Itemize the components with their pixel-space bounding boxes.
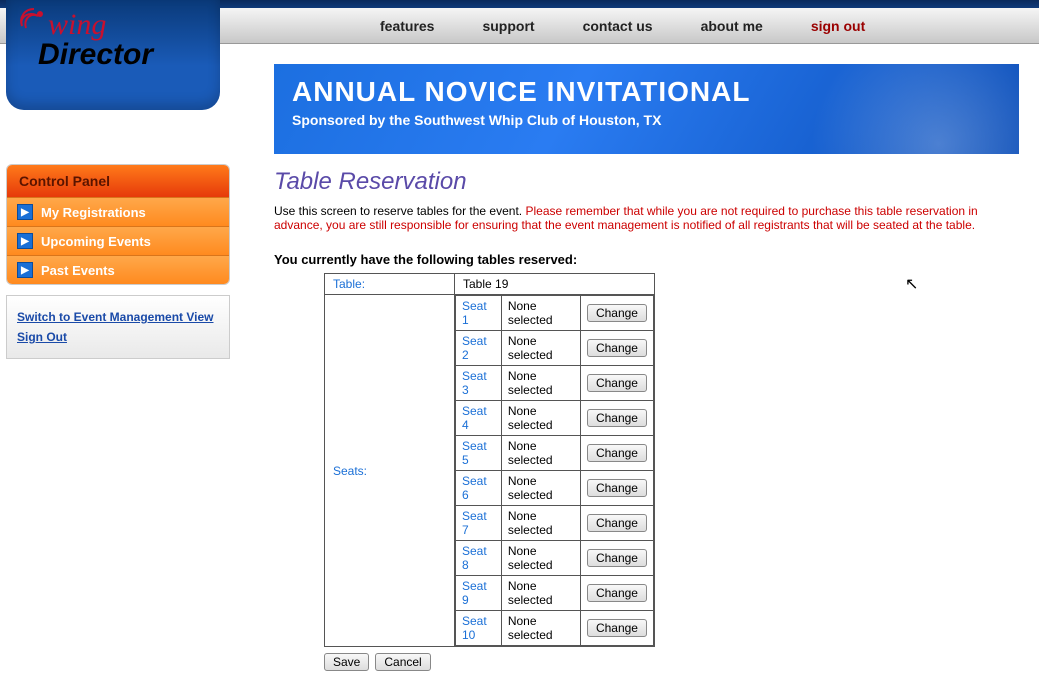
- sidebar-item-label: Upcoming Events: [41, 234, 151, 249]
- save-button[interactable]: Save: [324, 653, 369, 671]
- cancel-button[interactable]: Cancel: [375, 653, 430, 671]
- nav-contact[interactable]: contact us: [583, 18, 653, 34]
- sidebar-item-past[interactable]: ▶ Past Events: [7, 255, 229, 284]
- intro-plain: Use this screen to reserve tables for th…: [274, 204, 525, 218]
- reserved-heading: You currently have the following tables …: [274, 252, 1019, 267]
- seat-value: None selected: [501, 506, 580, 541]
- logo-swirl-icon: [16, 6, 52, 42]
- change-seat-button[interactable]: Change: [587, 374, 647, 392]
- main-content: ANNUAL NOVICE INVITATIONAL Sponsored by …: [230, 44, 1039, 691]
- sidebar-item-upcoming[interactable]: ▶ Upcoming Events: [7, 226, 229, 255]
- change-seat-button[interactable]: Change: [587, 619, 647, 637]
- change-seat-button[interactable]: Change: [587, 514, 647, 532]
- event-title: ANNUAL NOVICE INVITATIONAL: [292, 76, 1001, 108]
- change-seat-button[interactable]: Change: [587, 584, 647, 602]
- signout-link[interactable]: Sign Out: [17, 330, 219, 344]
- seat-value: None selected: [501, 331, 580, 366]
- nav-support[interactable]: support: [482, 18, 534, 34]
- nav-signout[interactable]: sign out: [811, 18, 865, 34]
- reservation-table: Table: Table 19 Seats: Seat 1None select…: [324, 273, 655, 647]
- sidebar-links: Switch to Event Management View Sign Out: [6, 295, 230, 359]
- seat-value: None selected: [501, 296, 580, 331]
- change-seat-button[interactable]: Change: [587, 304, 647, 322]
- page-title: Table Reservation: [274, 168, 1019, 196]
- sidebar-item-registrations[interactable]: ▶ My Registrations: [7, 197, 229, 226]
- seat-value: None selected: [501, 541, 580, 576]
- seat-list: Seat 1None selectedChangeSeat 2None sele…: [455, 295, 654, 646]
- control-panel-title: Control Panel: [7, 165, 229, 197]
- seat-value: None selected: [501, 576, 580, 611]
- change-seat-button[interactable]: Change: [587, 444, 647, 462]
- seat-value: None selected: [501, 471, 580, 506]
- seat-row: Seat 3None selected Change: [456, 366, 654, 401]
- seat-value: None selected: [501, 611, 580, 646]
- nav-features[interactable]: features: [380, 18, 434, 34]
- change-seat-button[interactable]: Change: [587, 549, 647, 567]
- seat-label: Seat 9: [456, 576, 502, 611]
- change-seat-button[interactable]: Change: [587, 339, 647, 357]
- seat-row: Seat 6None selected Change: [456, 471, 654, 506]
- arrow-icon: ▶: [17, 204, 33, 220]
- change-seat-button[interactable]: Change: [587, 409, 647, 427]
- event-subtitle: Sponsored by the Southwest Whip Club of …: [292, 112, 1001, 128]
- seat-row: Seat 7None selected Change: [456, 506, 654, 541]
- intro-text: Use this screen to reserve tables for th…: [274, 204, 1019, 232]
- seat-label: Seat 2: [456, 331, 502, 366]
- table-label: Table:: [325, 274, 455, 295]
- nav-about[interactable]: about me: [701, 18, 763, 34]
- seat-value: None selected: [501, 401, 580, 436]
- seat-label: Seat 1: [456, 296, 502, 331]
- change-seat-button[interactable]: Change: [587, 479, 647, 497]
- seat-label: Seat 8: [456, 541, 502, 576]
- seat-row: Seat 5None selected Change: [456, 436, 654, 471]
- sidebar-item-label: Past Events: [41, 263, 115, 278]
- seat-row: Seat 1None selected Change: [456, 296, 654, 331]
- seat-value: None selected: [501, 436, 580, 471]
- seat-label: Seat 5: [456, 436, 502, 471]
- seat-row: Seat 9None selected Change: [456, 576, 654, 611]
- seats-label: Seats:: [325, 295, 455, 647]
- table-name: Table 19: [455, 274, 655, 295]
- seat-row: Seat 4None selected Change: [456, 401, 654, 436]
- control-panel: Control Panel ▶ My Registrations ▶ Upcom…: [6, 164, 230, 285]
- sidebar-item-label: My Registrations: [41, 205, 146, 220]
- arrow-icon: ▶: [17, 233, 33, 249]
- seat-row: Seat 10None selected Change: [456, 611, 654, 646]
- logo-text-top: wing: [48, 10, 206, 40]
- sidebar: Control Panel ▶ My Registrations ▶ Upcom…: [6, 164, 230, 691]
- arrow-icon: ▶: [17, 262, 33, 278]
- seat-label: Seat 3: [456, 366, 502, 401]
- seat-value: None selected: [501, 366, 580, 401]
- seat-label: Seat 7: [456, 506, 502, 541]
- seat-row: Seat 8None selected Change: [456, 541, 654, 576]
- seat-row: Seat 2None selected Change: [456, 331, 654, 366]
- seat-label: Seat 10: [456, 611, 502, 646]
- event-banner: ANNUAL NOVICE INVITATIONAL Sponsored by …: [274, 64, 1019, 154]
- seat-label: Seat 4: [456, 401, 502, 436]
- switch-view-link[interactable]: Switch to Event Management View: [17, 310, 219, 324]
- seat-label: Seat 6: [456, 471, 502, 506]
